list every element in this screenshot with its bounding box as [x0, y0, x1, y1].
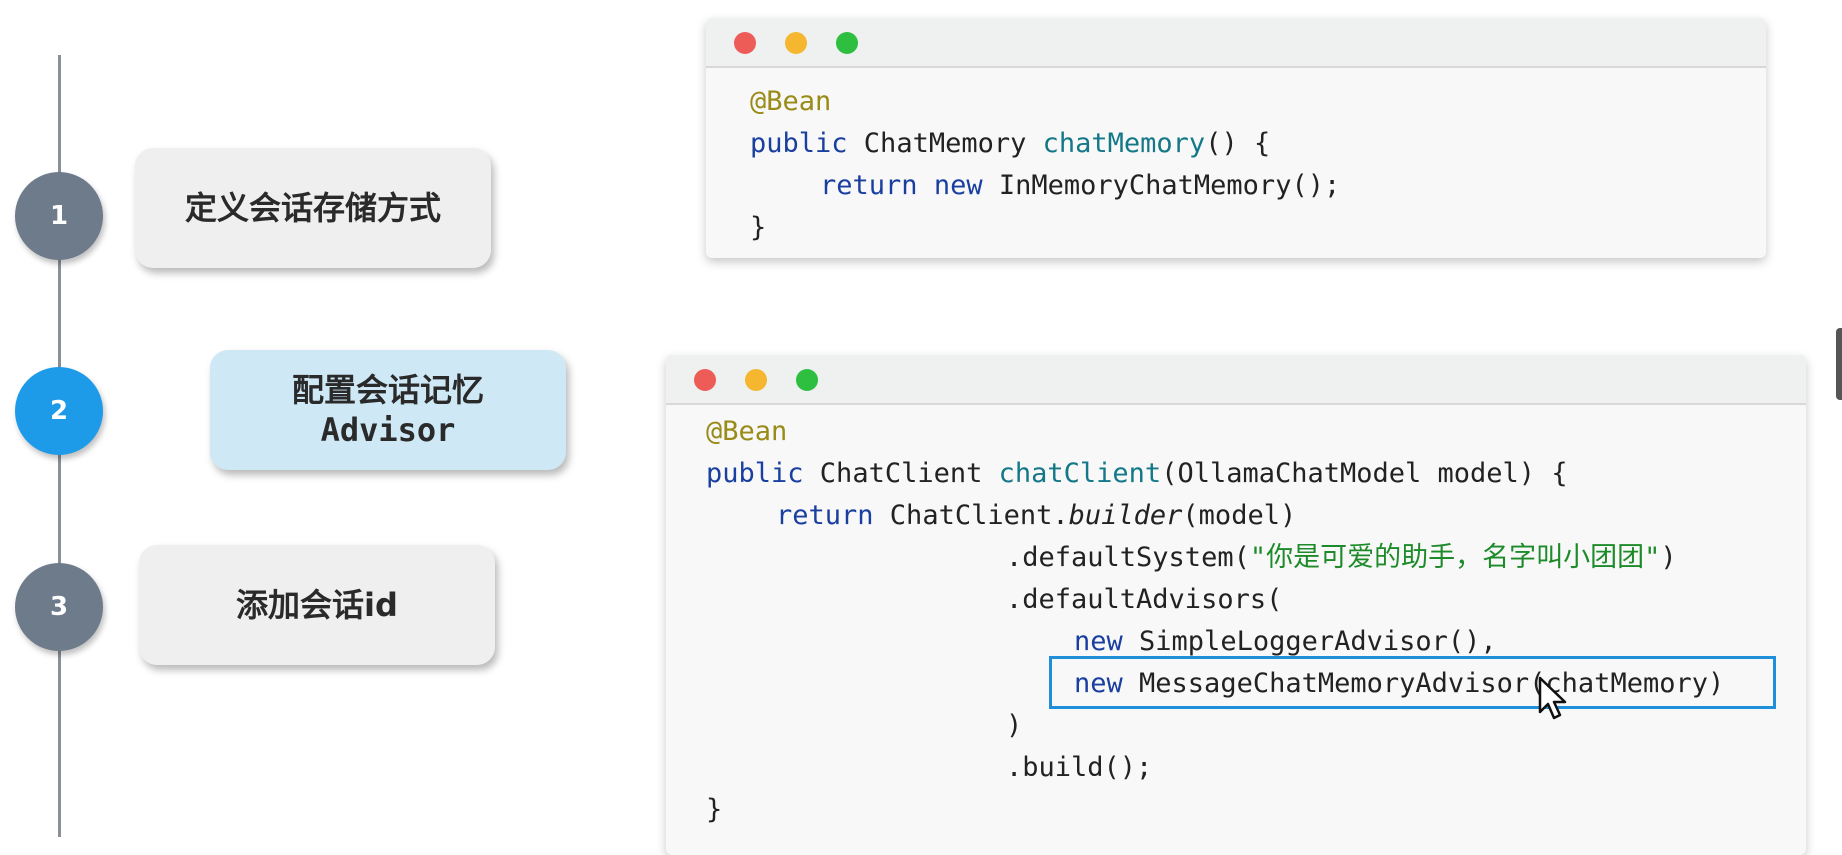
method-name: builder: [1068, 500, 1183, 531]
keyword: return: [820, 170, 918, 201]
edge-scroll-handle[interactable]: [1836, 328, 1842, 400]
code-block-chat-client: @Bean public ChatClient chatClient(Ollam…: [706, 411, 1724, 825]
code-text: ): [1660, 542, 1677, 573]
step-2-circle: 2: [15, 367, 103, 455]
highlight-box: [1049, 656, 1776, 709]
code-line: @Bean: [750, 81, 831, 123]
window-titlebar: [706, 18, 1766, 68]
code-text: () {: [1205, 128, 1271, 159]
maximize-dot-icon[interactable]: [796, 369, 818, 391]
step-1-number: 1: [49, 201, 69, 231]
annotation: @Bean: [706, 416, 788, 447]
keyword: new: [1074, 626, 1123, 657]
step-2-card: 配置会话记忆 Advisor: [210, 350, 566, 470]
code-text: }: [750, 212, 767, 243]
code-line: public ChatClient chatClient(OllamaChatM…: [706, 453, 1568, 495]
code-text: ): [1006, 710, 1023, 741]
close-dot-icon[interactable]: [694, 369, 716, 391]
code-line: return ChatClient.builder(model): [776, 495, 1296, 537]
step-2-label-line2: Advisor: [320, 411, 456, 449]
minimize-dot-icon[interactable]: [785, 32, 807, 54]
step-1-label: 定义会话存储方式: [184, 189, 441, 227]
close-dot-icon[interactable]: [734, 32, 756, 54]
code-line: }: [706, 789, 722, 831]
keyword: public: [750, 128, 848, 159]
code-text: .build();: [1006, 752, 1153, 783]
step-1-card: 定义会话存储方式: [135, 148, 491, 268]
code-text: (model): [1182, 500, 1297, 531]
code-line: .defaultSystem("你是可爱的助手，名字叫小团团"): [1006, 537, 1677, 579]
code-text: .defaultSystem(: [1006, 542, 1250, 573]
code-text: ChatClient.: [873, 500, 1069, 531]
step-2-label-line1: 配置会话记忆: [291, 371, 484, 409]
code-text: ChatMemory: [847, 128, 1043, 159]
annotation: @Bean: [750, 86, 832, 117]
code-line: @Bean: [706, 411, 787, 453]
minimize-dot-icon[interactable]: [745, 369, 767, 391]
step-3-number: 3: [49, 592, 69, 622]
step-3-label: 添加会话id: [236, 586, 398, 624]
method-name: chatClient: [998, 458, 1162, 489]
code-line: .build();: [1006, 747, 1152, 789]
code-window-chat-client: @Bean public ChatClient chatClient(Ollam…: [666, 355, 1806, 855]
step-3-card: 添加会话id: [139, 545, 495, 665]
code-window-chat-memory: @Bean public ChatMemory chatMemory() { r…: [706, 18, 1766, 258]
code-line: .defaultAdvisors(: [1006, 579, 1282, 621]
code-block-chat-memory: @Bean public ChatMemory chatMemory() { r…: [750, 81, 1340, 258]
code-text: (OllamaChatModel model) {: [1161, 458, 1568, 489]
code-text: ChatClient: [803, 458, 999, 489]
keyword: new: [933, 170, 983, 201]
code-text: InMemoryChatMemory();: [982, 170, 1341, 201]
code-line: public ChatMemory chatMemory() {: [750, 123, 1270, 165]
code-line: ): [1006, 705, 1022, 747]
code-line: }: [750, 207, 766, 249]
method-name: chatMemory: [1042, 128, 1206, 159]
string-literal: "你是可爱的助手，名字叫小团团": [1249, 542, 1661, 573]
step-3-circle: 3: [15, 563, 103, 651]
step-2-number: 2: [49, 396, 69, 426]
window-titlebar: [666, 355, 1806, 405]
code-text: .defaultAdvisors(: [1006, 584, 1283, 615]
step-1-circle: 1: [15, 172, 103, 260]
mouse-cursor-icon: [1538, 676, 1567, 720]
keyword: public: [706, 458, 804, 489]
code-text: SimpleLoggerAdvisor(),: [1122, 626, 1497, 657]
keyword: return: [776, 500, 874, 531]
code-text: }: [706, 794, 723, 825]
maximize-dot-icon[interactable]: [836, 32, 858, 54]
code-line: return new InMemoryChatMemory();: [820, 165, 1340, 207]
